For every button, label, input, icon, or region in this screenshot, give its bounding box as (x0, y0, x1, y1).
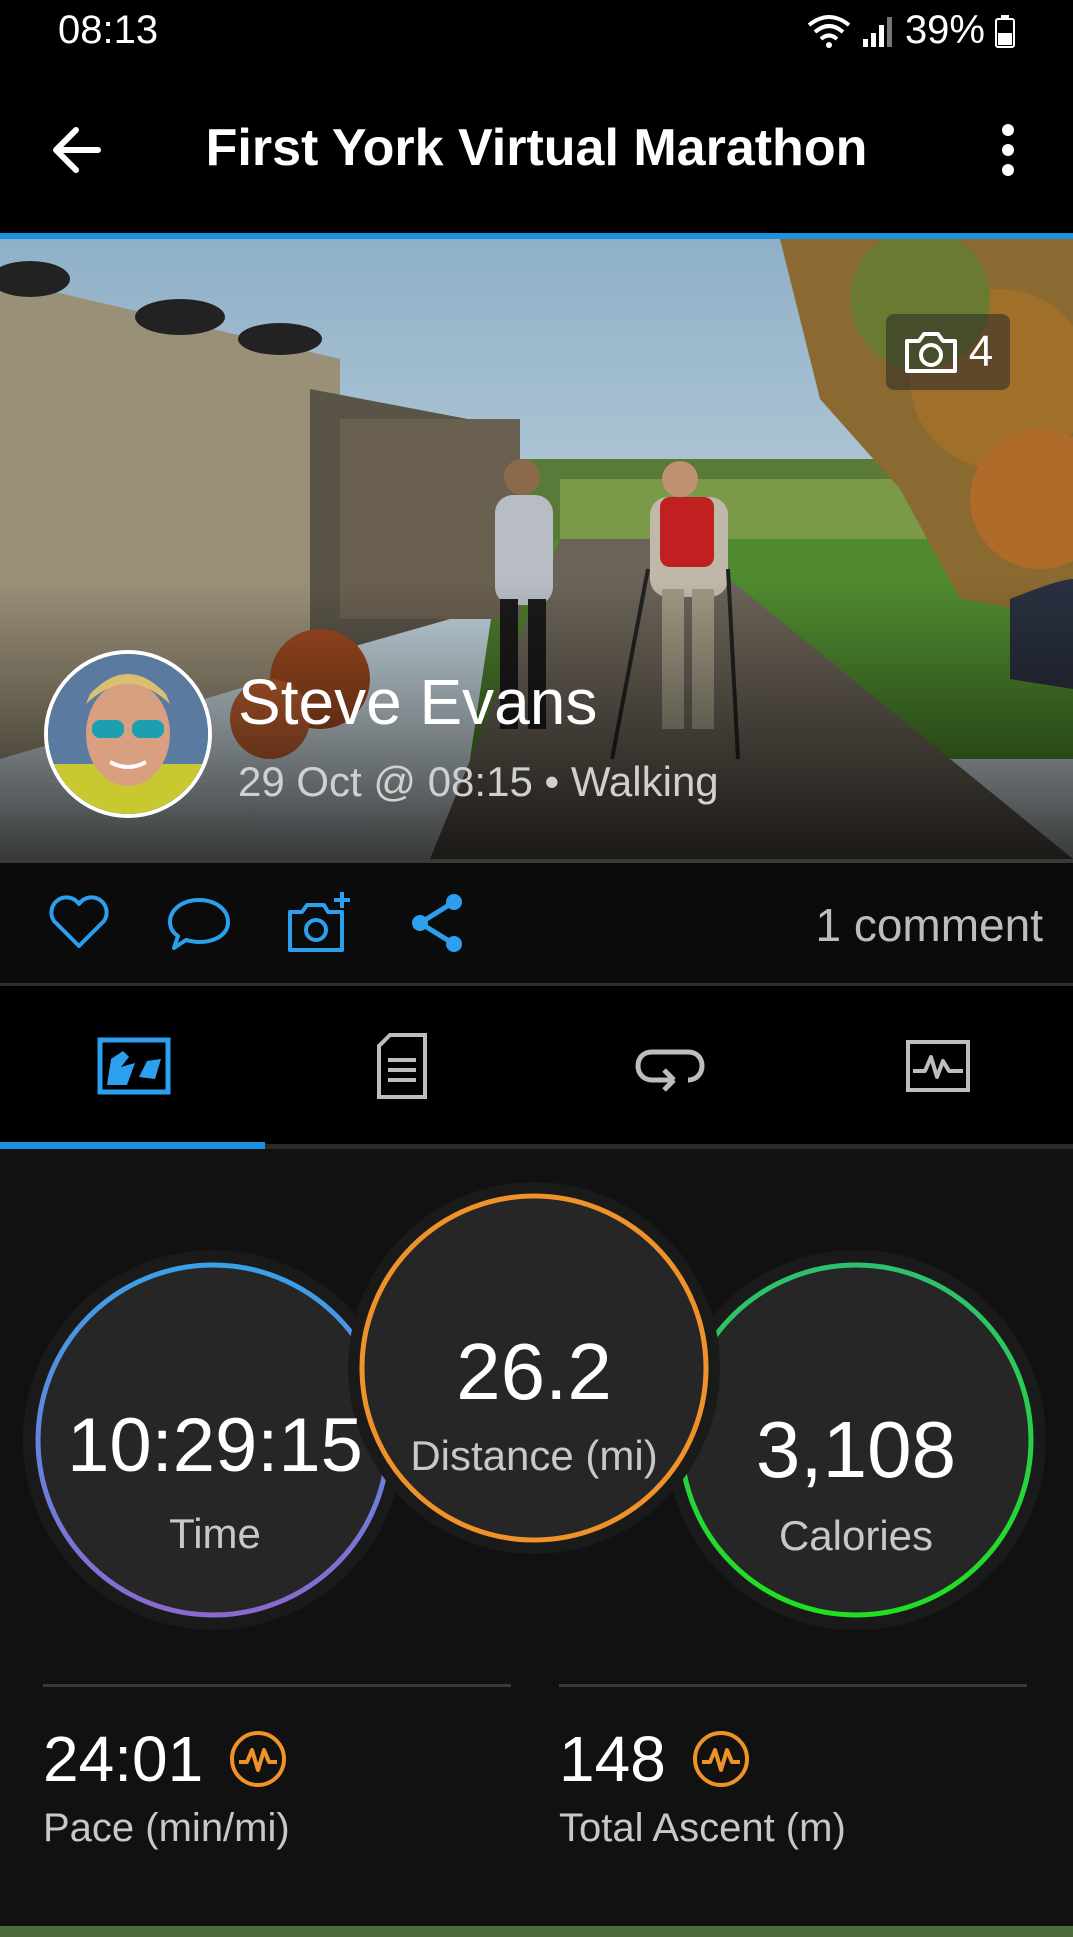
tab-details[interactable] (268, 986, 536, 1146)
ascent-label: Total Ascent (m) (559, 1806, 846, 1850)
overview-icon (97, 1037, 171, 1095)
performance-badge-icon[interactable] (692, 1730, 750, 1788)
tab-overview[interactable] (0, 986, 268, 1146)
pace-value: 24:01 (43, 1723, 204, 1795)
more-options-button[interactable] (980, 118, 1040, 188)
comment-count[interactable]: 1 comment (815, 898, 1043, 952)
stat-distance: 26.2 Distance (mi) (384, 1260, 684, 1480)
distance-value: 26.2 (456, 1327, 612, 1416)
tab-laps[interactable] (536, 986, 804, 1146)
calories-value: 3,108 (755, 1405, 957, 1494)
active-tab-indicator (0, 1142, 265, 1149)
chart-icon (906, 1040, 970, 1092)
details-icon (377, 1033, 427, 1099)
camera-icon (904, 332, 957, 373)
map-preview-edge[interactable] (0, 1926, 1073, 1937)
ascent-value: 148 (559, 1723, 666, 1795)
laps-icon (635, 1049, 705, 1092)
pace-label: Pace (min/mi) (43, 1806, 290, 1850)
share-button[interactable] (406, 890, 472, 956)
avatar-image (48, 654, 208, 814)
divider (265, 1144, 1073, 1149)
comment-button[interactable] (166, 890, 232, 956)
signal-icon (862, 16, 892, 47)
divider (559, 1684, 1027, 1687)
more-vertical-icon (1002, 124, 1014, 176)
user-name[interactable]: Steve Evans (238, 665, 597, 739)
page-title: First York Virtual Marathon (205, 119, 868, 177)
battery-text: 39% (904, 8, 985, 52)
performance-badge-icon[interactable] (229, 1730, 287, 1788)
comment-icon (168, 898, 230, 950)
add-photo-button[interactable] (286, 890, 352, 956)
distance-label: Distance (mi) (410, 1432, 658, 1479)
stat-time: 10:29:15 Time (30, 1340, 400, 1560)
time-label: Time (169, 1510, 261, 1557)
tab-charts[interactable] (804, 986, 1072, 1146)
activity-meta: 29 Oct @ 08:15 • Walking (238, 758, 719, 805)
photo-count-badge[interactable]: 4 (886, 314, 1010, 390)
avatar[interactable] (44, 650, 212, 818)
battery-icon (995, 14, 1015, 48)
calories-label: Calories (778, 1512, 934, 1559)
stat-pace: 24:01 (43, 1722, 287, 1796)
status-time: 08:13 (58, 8, 159, 52)
divider (43, 1684, 511, 1687)
stat-calories: 3,108 Calories (706, 1340, 1006, 1560)
status-icons: 39% (807, 8, 1015, 53)
like-button[interactable] (46, 890, 112, 956)
wifi-icon (807, 14, 851, 48)
heart-icon (49, 895, 109, 948)
time-value: 10:29:15 (67, 1403, 363, 1488)
photo-count: 4 (968, 327, 994, 376)
add-photo-icon (288, 892, 350, 952)
share-icon (412, 894, 462, 952)
stat-ascent: 148 (559, 1722, 750, 1796)
